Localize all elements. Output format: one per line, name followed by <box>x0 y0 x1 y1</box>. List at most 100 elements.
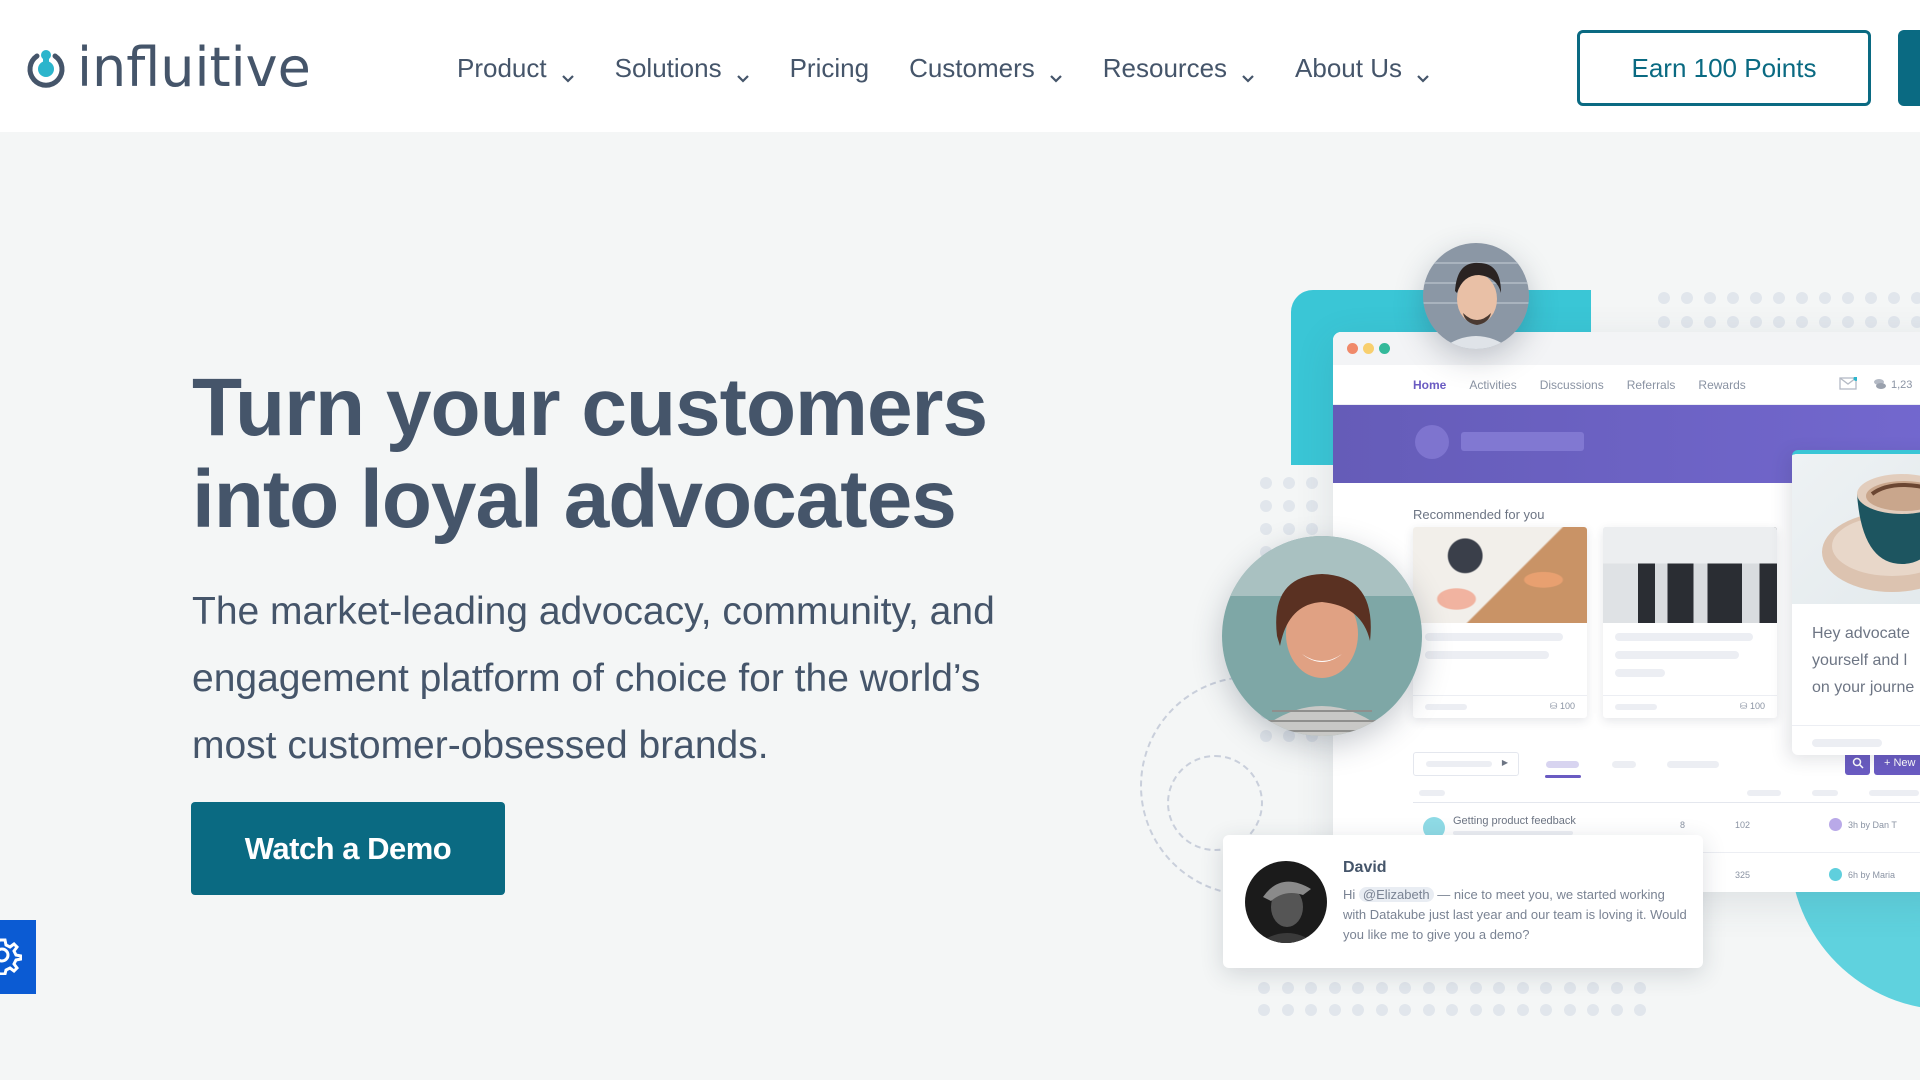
decorative-dot <box>1750 316 1762 328</box>
nav-item-label: Resources <box>1102 52 1228 83</box>
decorative-dot <box>1796 292 1808 304</box>
tab-placeholder <box>1667 761 1719 768</box>
tab-placeholder <box>1546 761 1579 768</box>
decorative-dot <box>1281 982 1294 994</box>
advocate-avatar-man <box>1423 243 1529 349</box>
mention-tag: @Elizabeth <box>1358 887 1434 902</box>
side-card-text: Hey advocate yourself and l on your jour… <box>1812 620 1914 701</box>
main-nav: Product Solutions Pricing Customers Reso… <box>457 48 1470 88</box>
chevron-down-icon <box>1241 61 1255 83</box>
skeleton-line <box>1615 669 1665 677</box>
points-value: 100 <box>1749 701 1765 711</box>
column-header-placeholder <box>1869 790 1919 796</box>
decorative-dot <box>1681 316 1693 328</box>
decorative-dot <box>1865 316 1877 328</box>
window-minimize-dot <box>1363 343 1374 354</box>
mail-icon <box>1839 376 1859 393</box>
decorative-dot <box>1283 500 1295 512</box>
card-footer: ⛁ 100 <box>1413 695 1587 718</box>
decorative-dot <box>1750 292 1762 304</box>
nav-item-resources[interactable]: Resources <box>1103 53 1255 84</box>
decorative-dot <box>1375 982 1388 994</box>
decorative-dot <box>1888 316 1900 328</box>
view-count: 102 <box>1735 820 1751 830</box>
decorative-dot <box>1260 477 1272 489</box>
skeleton-line <box>1426 761 1492 767</box>
mockup-nav-referrals: Referrals <box>1626 377 1676 392</box>
decorative-dot <box>1796 316 1808 328</box>
decorative-dot <box>1328 982 1341 994</box>
nav-item-customers[interactable]: Customers <box>909 53 1063 84</box>
decorative-dot <box>1352 1004 1364 1016</box>
skeleton-line <box>1812 739 1882 747</box>
decorative-dot <box>1704 316 1716 328</box>
nav-item-product[interactable]: Product <box>457 53 575 84</box>
watch-demo-button[interactable]: Watch a Demo <box>191 802 505 895</box>
chevron-down-icon <box>1049 61 1063 83</box>
decorative-dot <box>1610 1004 1623 1016</box>
chat-message-card: David Hi @Elizabeth — nice to meet you, … <box>1223 835 1703 968</box>
decorative-dot <box>1911 292 1920 304</box>
chat-greeting: Hi <box>1343 887 1356 902</box>
last-activity-text: 3h by Dan T <box>1848 819 1897 830</box>
discussion-title: Getting product feedback <box>1453 815 1576 827</box>
mini-avatar <box>1829 818 1842 831</box>
gear-icon <box>0 935 23 980</box>
decorative-dot <box>1634 1004 1646 1016</box>
side-card-line: Hey advocate <box>1812 625 1910 642</box>
decorative-dot <box>1399 1004 1411 1016</box>
side-card-line: yourself and l <box>1812 652 1908 669</box>
primary-header-button[interactable] <box>1898 30 1920 106</box>
column-header-placeholder <box>1747 790 1781 796</box>
card-image-meeting-room <box>1603 527 1777 623</box>
nav-item-pricing[interactable]: Pricing <box>790 53 869 84</box>
nav-item-solutions[interactable]: Solutions <box>615 53 750 84</box>
decorative-dot <box>1704 292 1716 304</box>
chevron-down-icon <box>561 61 575 83</box>
david-avatar <box>1245 861 1327 943</box>
decorative-dot <box>1283 523 1295 535</box>
headline-line-1: Turn your customers <box>192 362 988 453</box>
skeleton-line <box>1615 704 1657 710</box>
nav-item-about-us[interactable]: About Us <box>1295 53 1430 84</box>
decorative-dot <box>1727 316 1739 328</box>
decorative-dot <box>1610 982 1623 994</box>
decorative-dot <box>1260 523 1272 535</box>
decorative-dot <box>1493 982 1505 994</box>
decorative-dot <box>1446 982 1458 994</box>
last-activity: 3h by Dan T <box>1829 818 1897 831</box>
headline-line-2: into loyal advocates <box>192 454 957 545</box>
chevron-down-icon <box>1416 61 1430 83</box>
decorative-dot <box>1306 523 1318 535</box>
decorative-dot <box>1563 982 1576 994</box>
recommended-card: ⛁ 100 <box>1413 527 1587 718</box>
decorative-dot <box>1516 982 1529 994</box>
card-points: ⛁ 100 <box>1549 701 1575 711</box>
skeleton-line <box>1615 651 1739 659</box>
decorative-dot <box>1681 292 1693 304</box>
earn-points-button[interactable]: Earn 100 Points <box>1577 30 1871 106</box>
logo-text: influitive <box>77 36 311 99</box>
welcome-side-card: Hey advocate yourself and l on your jour… <box>1792 450 1920 755</box>
decorative-dot <box>1516 1004 1529 1016</box>
chat-message-text: Hi @Elizabeth — nice to meet you, we sta… <box>1343 885 1688 945</box>
last-activity-text: 6h by Maria <box>1848 869 1896 880</box>
nav-item-label: Pricing <box>789 52 870 83</box>
accessibility-settings-tab[interactable] <box>0 920 36 994</box>
coins-icon <box>1873 378 1887 393</box>
decorative-dot <box>1305 1004 1317 1016</box>
profile-avatar-placeholder <box>1415 425 1449 459</box>
logo[interactable]: influitive <box>25 40 311 96</box>
side-card-line: on your journe <box>1812 679 1915 696</box>
decorative-dot <box>1587 982 1599 994</box>
decorative-dot <box>1540 982 1552 994</box>
skeleton-line <box>1425 704 1467 710</box>
column-header-placeholder <box>1419 790 1445 796</box>
decorative-dots <box>1658 292 1920 328</box>
decorative-dot <box>1634 982 1646 994</box>
decorative-dot <box>1281 1004 1294 1016</box>
decorative-dot <box>1469 1004 1482 1016</box>
decorative-dot <box>1306 477 1318 489</box>
decorative-dot <box>1911 316 1920 328</box>
nav-item-label: Solutions <box>614 52 722 83</box>
